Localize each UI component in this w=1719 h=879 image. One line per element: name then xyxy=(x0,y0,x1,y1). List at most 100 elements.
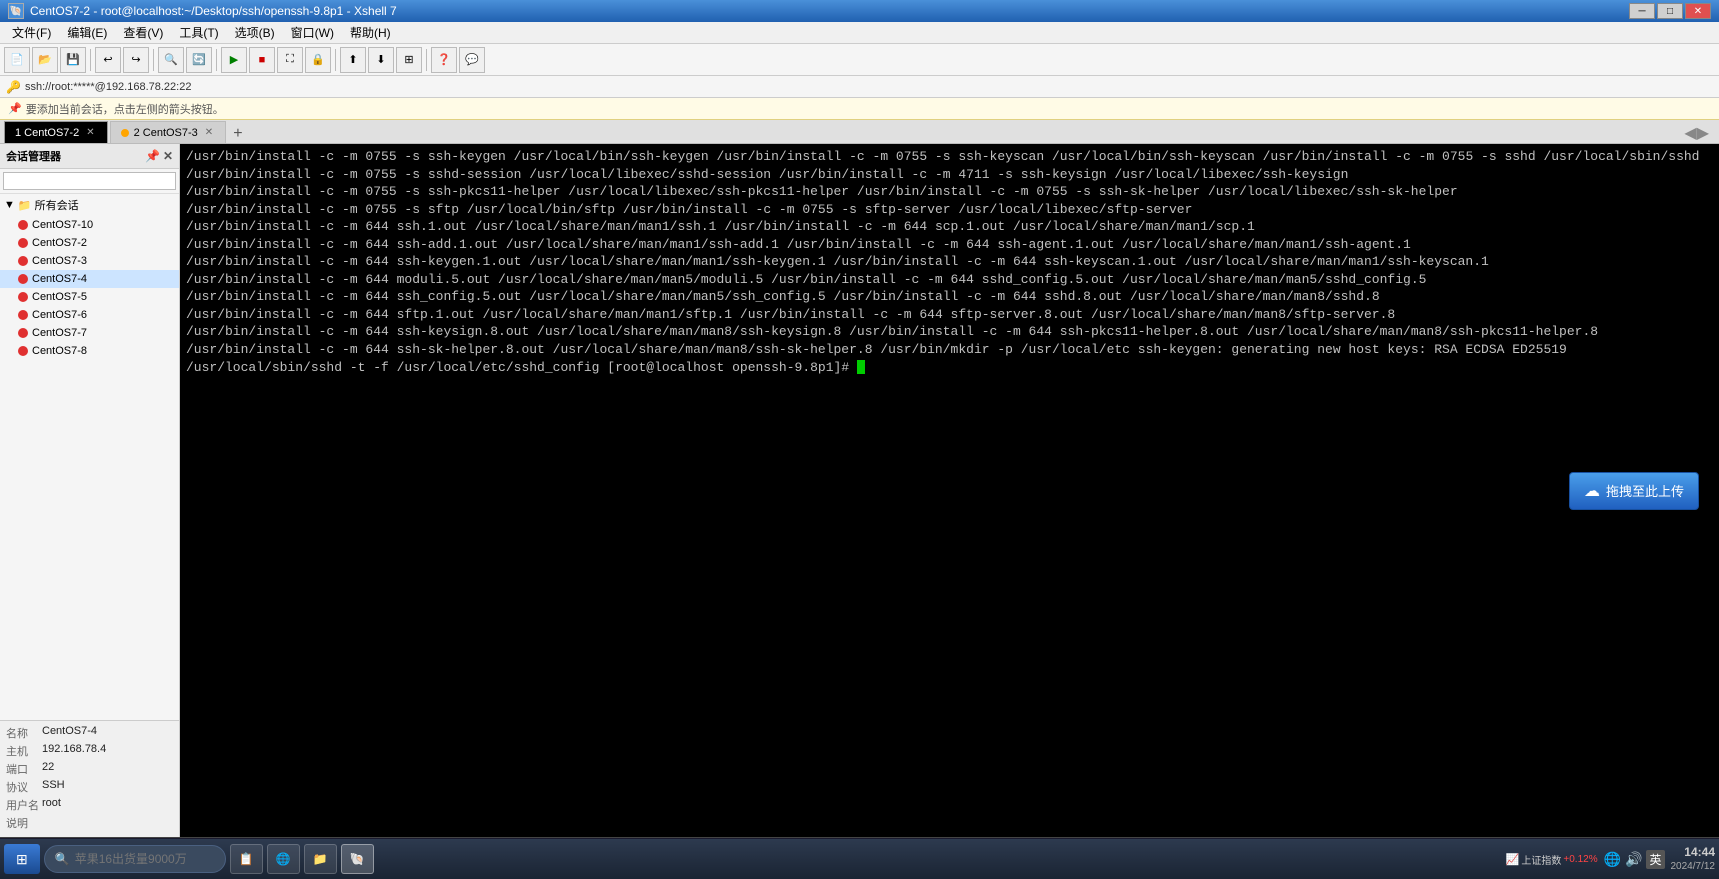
terminal-line: /usr/bin/install -c -m 0755 -s sshd /usr… xyxy=(1263,149,1700,164)
tb-fullscreen[interactable]: ⛶ xyxy=(277,47,303,73)
info-desc-label: 说明 xyxy=(6,815,42,831)
terminal-line: /usr/bin/install -c -m 0755 -s ssh-keyge… xyxy=(186,149,709,164)
address-text: ssh://root:*****@192.168.78.22:22 xyxy=(25,81,192,93)
taskbar-left: ⊞ 🔍 📋 🌐 📁 🐚 xyxy=(4,844,374,874)
clock[interactable]: 14:44 2024/7/12 xyxy=(1671,845,1716,874)
sidebar-tree: ▼ 📁 所有会话 CentOS7-10 CentOS7-2 xyxy=(0,194,179,720)
terminal-line: /usr/bin/install -c -m 644 ssh-pkcs11-he… xyxy=(849,324,1598,339)
session-centos7-10[interactable]: CentOS7-10 xyxy=(0,216,179,234)
sidebar-title: 会话管理器 xyxy=(6,148,61,164)
tb-back[interactable]: ↩ xyxy=(95,47,121,73)
session-centos7-3[interactable]: CentOS7-3 xyxy=(0,252,179,270)
terminal-line: /usr/bin/install -c -m 644 sshd.8.out /u… xyxy=(834,289,1380,304)
taskbar-task-browser[interactable]: 🌐 xyxy=(267,844,300,874)
info-user-value: root xyxy=(42,797,61,813)
session-dot xyxy=(18,238,28,248)
menu-help[interactable]: 帮助(H) xyxy=(342,22,399,43)
menu-view[interactable]: 查看(V) xyxy=(115,22,171,43)
terminal-line: /usr/bin/install -c -m 644 ssh-sk-helper… xyxy=(186,342,873,357)
clock-time: 14:44 xyxy=(1671,845,1716,861)
tab-add-button[interactable]: + xyxy=(228,125,247,143)
session-centos7-6[interactable]: CentOS7-6 xyxy=(0,306,179,324)
toolbar: 📄 📂 💾 ↩ ↪ 🔍 🔄 ▶ ■ ⛶ 🔒 ⬆ ⬇ ⊞ ❓ 💬 xyxy=(0,44,1719,76)
tb-refresh[interactable]: 🔄 xyxy=(186,47,212,73)
stock-chart-icon: 📈 xyxy=(1506,853,1520,866)
title-bar-left: 🐚 CentOS7-2 - root@localhost:~/Desktop/s… xyxy=(8,3,397,19)
tb-forward[interactable]: ↪ xyxy=(123,47,149,73)
tab-centos7-3[interactable]: 2 CentOS7-3 ✕ xyxy=(110,121,227,143)
session-centos7-7[interactable]: CentOS7-7 xyxy=(0,324,179,342)
address-icon: 🔑 xyxy=(6,80,21,94)
tb-lock[interactable]: 🔒 xyxy=(305,47,331,73)
tb-search[interactable]: 🔍 xyxy=(158,47,184,73)
info-name-label: 名称 xyxy=(6,725,42,741)
taskbar-task-xshell[interactable]: 🐚 xyxy=(341,844,374,874)
minimize-button[interactable]: ─ xyxy=(1629,3,1655,19)
maximize-button[interactable]: □ xyxy=(1657,3,1683,19)
session-label: CentOS7-2 xyxy=(32,237,87,249)
sidebar-close-icon[interactable]: ✕ xyxy=(163,149,173,163)
terminal-line: /usr/bin/install -c -m 644 ssh-agent.1.o… xyxy=(787,237,1411,252)
stock-value: +0.12% xyxy=(1563,854,1597,865)
network-icon[interactable]: 🌐 xyxy=(1604,851,1621,868)
close-button[interactable]: ✕ xyxy=(1685,3,1711,19)
session-label: CentOS7-7 xyxy=(32,327,87,339)
taskbar-search[interactable]: 🔍 xyxy=(44,845,226,873)
menu-window[interactable]: 窗口(W) xyxy=(283,22,342,43)
lang-icon[interactable]: 英 xyxy=(1646,850,1664,869)
taskbar-right: 📈 上证指数 +0.12% 🌐 🔊 英 14:44 2024/7/12 xyxy=(1506,845,1715,874)
tab-2-label: 2 CentOS7-3 xyxy=(134,127,198,139)
search-icon: 🔍 xyxy=(55,852,70,866)
terminal[interactable]: /usr/bin/install -c -m 0755 -s ssh-keyge… xyxy=(180,144,1719,837)
terminal-line: /usr/local/sbin/sshd -t -f /usr/local/et… xyxy=(186,360,599,375)
tb-connect[interactable]: ▶ xyxy=(221,47,247,73)
search-input[interactable] xyxy=(75,852,215,866)
tab-scroll-left[interactable]: ◀ xyxy=(1684,123,1696,143)
session-centos7-2[interactable]: CentOS7-2 xyxy=(0,234,179,252)
sidebar-search xyxy=(0,169,179,194)
sidebar-pin-icon[interactable]: 📌 xyxy=(145,149,160,163)
stock-label: 上证指数 xyxy=(1521,852,1561,867)
tb-grid[interactable]: ⊞ xyxy=(396,47,422,73)
session-centos7-4[interactable]: CentOS7-4 xyxy=(0,270,179,288)
session-centos7-5[interactable]: CentOS7-5 xyxy=(0,288,179,306)
info-name-value: CentOS7-4 xyxy=(42,725,97,741)
terminal-line: /usr/bin/install -c -m 0755 -s sftp-serv… xyxy=(623,202,1193,217)
terminal-line: /usr/bin/install -c -m 644 ssh-keyscan.1… xyxy=(834,254,1489,269)
menu-options[interactable]: 选项(B) xyxy=(227,22,283,43)
tab-scroll-right[interactable]: ▶ xyxy=(1697,123,1709,143)
sidebar: 会话管理器 📌 ✕ ▼ 📁 所有会话 xyxy=(0,144,180,837)
window-title: CentOS7-2 - root@localhost:~/Desktop/ssh… xyxy=(30,4,397,18)
terminal-line: /usr/bin/install -c -m 644 ssh-keygen.1.… xyxy=(186,254,826,269)
menu-file[interactable]: 文件(F) xyxy=(4,22,59,43)
tb-help[interactable]: ❓ xyxy=(431,47,457,73)
menu-tools[interactable]: 工具(T) xyxy=(171,22,226,43)
session-label: CentOS7-5 xyxy=(32,291,87,303)
session-label: CentOS7-4 xyxy=(32,273,87,285)
tb-sep4 xyxy=(335,49,336,71)
tb-upload[interactable]: ⬆ xyxy=(340,47,366,73)
tb-sep3 xyxy=(216,49,217,71)
menu-edit[interactable]: 编辑(E) xyxy=(59,22,115,43)
taskbar-task-explorer[interactable]: 📁 xyxy=(304,844,337,874)
tb-save[interactable]: 💾 xyxy=(60,47,86,73)
tb-new[interactable]: 📄 xyxy=(4,47,30,73)
taskbar-task-manager[interactable]: 📋 xyxy=(230,844,263,874)
tab-2-close[interactable]: ✕ xyxy=(203,127,215,138)
session-centos7-8[interactable]: CentOS7-8 xyxy=(0,342,179,360)
tb-open[interactable]: 📂 xyxy=(32,47,58,73)
tb-download[interactable]: ⬇ xyxy=(368,47,394,73)
info-port-label: 端口 xyxy=(6,761,42,777)
upload-button[interactable]: ☁ 拖拽至此上传 xyxy=(1569,472,1699,510)
terminal-area[interactable]: /usr/bin/install -c -m 0755 -s ssh-keyge… xyxy=(180,144,1719,837)
tb-disconnect[interactable]: ■ xyxy=(249,47,275,73)
tree-all-sessions[interactable]: ▼ 📁 所有会话 xyxy=(0,194,179,216)
tab-centos7-2[interactable]: 1 CentOS7-2 ✕ xyxy=(4,121,108,143)
volume-icon[interactable]: 🔊 xyxy=(1625,851,1642,868)
start-button[interactable]: ⊞ xyxy=(4,844,40,874)
menu-bar: 文件(F) 编辑(E) 查看(V) 工具(T) 选项(B) 窗口(W) 帮助(H… xyxy=(0,22,1719,44)
tb-msg[interactable]: 💬 xyxy=(459,47,485,73)
tab-1-close[interactable]: ✕ xyxy=(84,127,96,138)
sidebar-header-icons: 📌 ✕ xyxy=(145,149,173,163)
search-input[interactable] xyxy=(3,172,176,190)
